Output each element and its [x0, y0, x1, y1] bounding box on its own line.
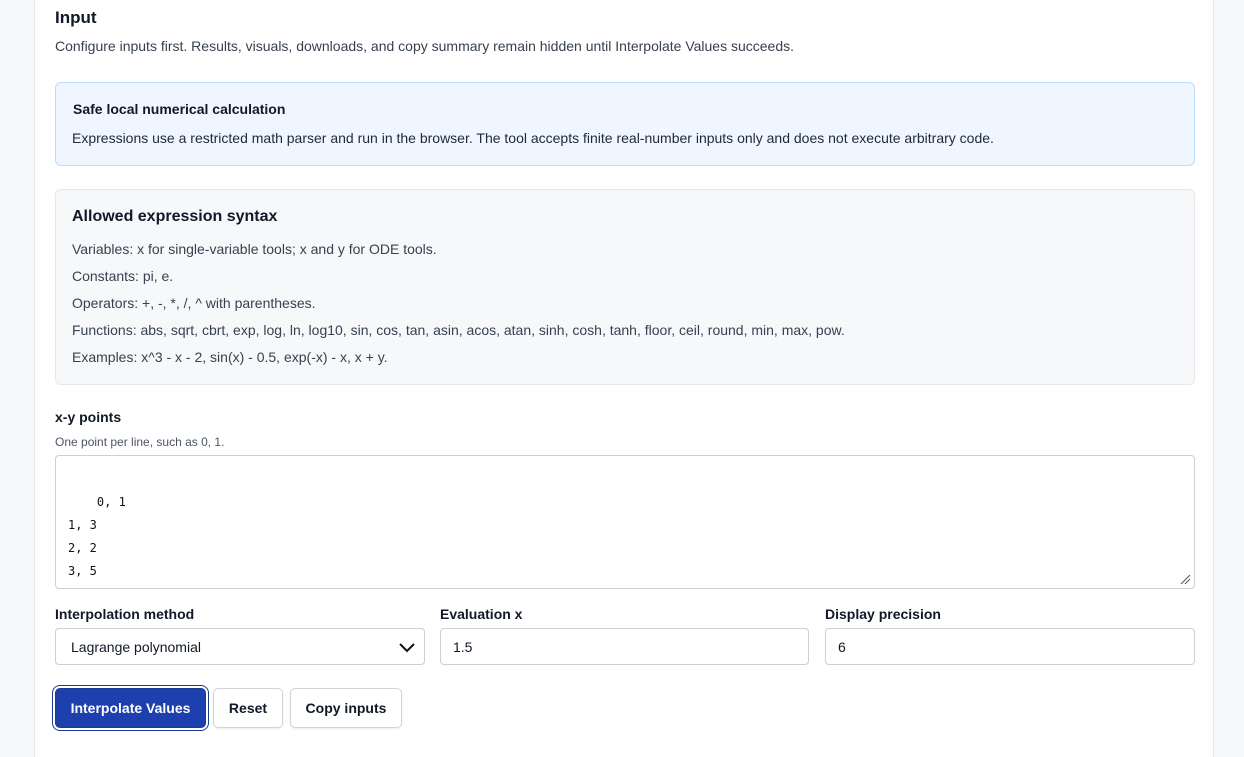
precision-label: Display precision [825, 606, 941, 622]
syntax-examples: Examples: x^3 - x - 2, sin(x) - 0.5, exp… [72, 349, 388, 365]
method-label: Interpolation method [55, 606, 195, 622]
eval-x-input[interactable]: 1.5 [440, 628, 809, 665]
eval-x-label: Evaluation x [440, 606, 523, 622]
syntax-title: Allowed expression syntax [72, 208, 278, 225]
syntax-panel: Allowed expression syntax Variables: x f… [55, 189, 1195, 385]
resize-grip-icon[interactable] [1179, 573, 1191, 585]
method-select[interactable]: Lagrange polynomial [55, 628, 425, 665]
precision-value: 6 [838, 639, 846, 655]
copy-inputs-button[interactable]: Copy inputs [290, 688, 402, 728]
safety-notice: Safe local numerical calculation Express… [55, 82, 1195, 166]
section-title: Input [55, 8, 97, 27]
syntax-operators: Operators: +, -, *, /, ^ with parenthese… [72, 295, 316, 311]
syntax-functions: Functions: abs, sqrt, cbrt, exp, log, ln… [72, 322, 845, 338]
eval-x-value: 1.5 [453, 639, 473, 655]
precision-input[interactable]: 6 [825, 628, 1195, 665]
method-select-value: Lagrange polynomial [71, 639, 201, 655]
chevron-down-icon [399, 643, 415, 653]
notice-body: Expressions use a restricted math parser… [72, 130, 994, 146]
points-label: x-y points [55, 409, 122, 425]
points-hint: One point per line, such as 0, 1. [55, 435, 225, 449]
intro-text: Configure inputs first. Results, visuals… [55, 38, 795, 54]
notice-title: Safe local numerical calculation [73, 101, 286, 117]
input-card: Input Configure inputs first. Results, v… [34, 0, 1214, 757]
syntax-constants: Constants: pi, e. [72, 268, 174, 284]
points-textarea[interactable]: 0, 1 1, 3 2, 2 3, 5 [55, 455, 1195, 589]
points-textarea-value: 0, 1 1, 3 2, 2 3, 5 [68, 495, 126, 578]
reset-button[interactable]: Reset [213, 688, 283, 728]
syntax-variables: Variables: x for single-variable tools; … [72, 241, 437, 257]
interpolate-button[interactable]: Interpolate Values [55, 688, 206, 728]
